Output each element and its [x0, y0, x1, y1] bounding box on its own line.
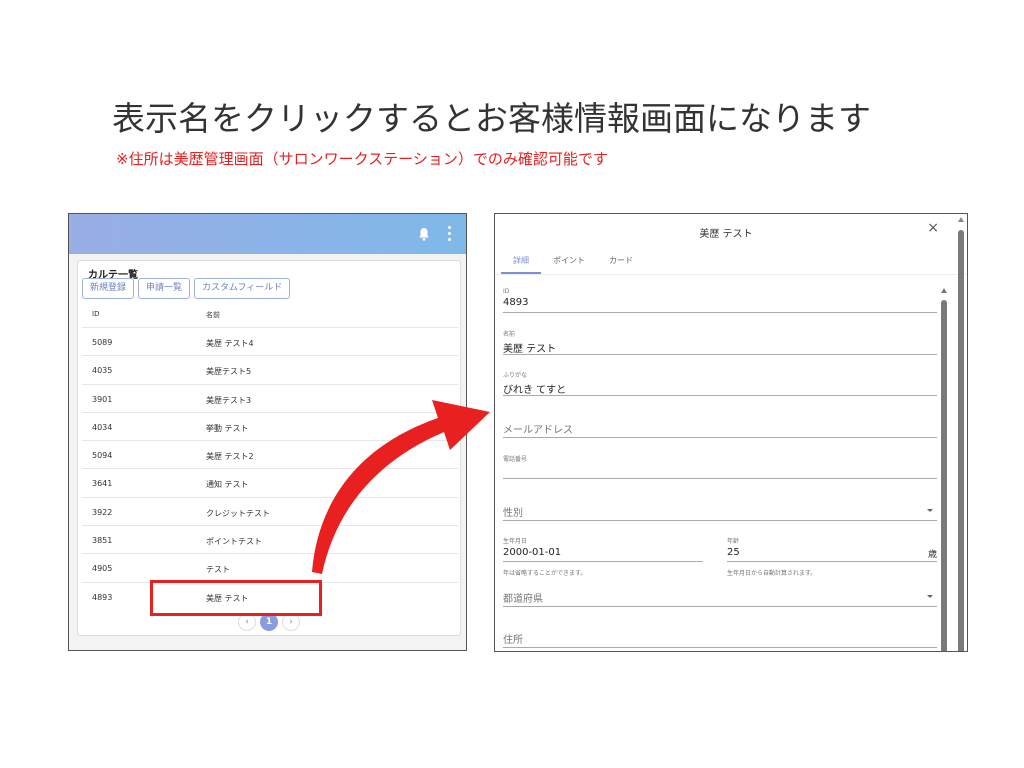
prefecture-placeholder: 都道府県 [503, 594, 543, 605]
id-field[interactable]: ID 4893 [503, 288, 937, 313]
birthdate-label: 生年月日 [503, 538, 528, 545]
table-row[interactable]: 3641 通知 テスト [82, 468, 458, 496]
customer-detail-dialog: 美歴 テスト × 詳細 ポイント カード ID 4893 名前 美歴 テスト ふ… [494, 213, 968, 652]
row-id: 5094 [92, 451, 113, 461]
row-id: 3851 [92, 536, 113, 546]
highlight-box [150, 580, 322, 616]
more-menu-icon[interactable] [446, 226, 452, 242]
row-id: 3922 [92, 507, 113, 517]
name-value: 美歴 テスト [503, 344, 557, 355]
tab-card[interactable]: カード [597, 254, 645, 274]
kana-label: ふりがな [503, 372, 528, 379]
chevron-down-icon [927, 595, 933, 598]
name-field[interactable]: 名前 美歴 テスト [503, 329, 937, 355]
row-name-link[interactable]: 美歴テスト5 [206, 366, 251, 377]
close-icon[interactable]: × [927, 220, 939, 236]
row-name-link[interactable]: 挙動 テスト [206, 423, 249, 434]
scrollbar-thumb[interactable] [941, 300, 947, 651]
row-id: 3901 [92, 394, 113, 404]
row-name-link[interactable]: 美歴 テスト2 [206, 451, 254, 462]
age-hint: 生年月日から自動計算されます。 [727, 570, 817, 577]
address-field[interactable]: 住所 [503, 631, 937, 648]
tab-points[interactable]: ポイント [541, 254, 597, 274]
bell-icon[interactable] [418, 227, 430, 241]
email-placeholder: メールアドレス [503, 425, 573, 436]
age-label: 年齢 [727, 538, 740, 545]
scroll-up-icon[interactable] [958, 217, 964, 222]
tab-details[interactable]: 詳細 [501, 254, 541, 274]
action-buttons: 新規登録 申請一覧 カスタムフィールド [82, 278, 291, 299]
row-id: 4035 [92, 366, 113, 376]
row-id: 5089 [92, 338, 113, 347]
gender-placeholder: 性別 [503, 508, 523, 519]
column-header-id[interactable]: ID [92, 310, 99, 318]
inner-scrollbar[interactable] [940, 288, 948, 651]
prefecture-select[interactable]: 都道府県 [503, 590, 937, 607]
new-registration-button[interactable]: 新規登録 [82, 278, 135, 299]
kana-value: びれき てすと [503, 385, 567, 396]
headline: 表示名をクリックするとお客様情報画面になります [112, 99, 871, 138]
application-list-button[interactable]: 申請一覧 [138, 278, 191, 299]
table-row[interactable]: 4035 美歴テスト5 [82, 355, 458, 383]
table-row[interactable]: 4034 挙動 テスト [82, 411, 458, 440]
dialog-title: 美歴 テスト [699, 229, 753, 240]
scroll-up-icon[interactable] [941, 288, 947, 293]
row-name-link[interactable]: 美歴テスト3 [206, 395, 251, 406]
row-name-link[interactable]: 美歴 テスト4 [206, 338, 254, 349]
row-id: 4893 [92, 592, 113, 602]
row-id: 4034 [92, 422, 113, 432]
id-label: ID [503, 288, 510, 295]
table-row[interactable]: 3851 ポイントテスト [82, 525, 458, 553]
custom-field-button[interactable]: カスタムフィールド [194, 278, 291, 299]
outer-scrollbar[interactable] [957, 214, 965, 651]
detail-tabs: 詳細 ポイント カード [501, 254, 645, 274]
kana-field[interactable]: ふりがな びれき てすと [503, 370, 937, 396]
row-name-link[interactable]: クレジットテスト [206, 508, 270, 519]
chevron-down-icon [927, 509, 933, 512]
column-header-name[interactable]: 名前 [206, 310, 220, 320]
address-note: ※住所は美歴管理画面（サロンワークステーション）でのみ確認可能です [116, 150, 608, 168]
scrollbar-thumb[interactable] [958, 230, 964, 651]
name-label: 名前 [503, 331, 516, 338]
address-placeholder: 住所 [503, 635, 523, 646]
row-name-link[interactable]: 通知 テスト [206, 479, 249, 490]
email-field[interactable]: メールアドレス [503, 421, 937, 438]
birthdate-field[interactable]: 生年月日 2000-01-01 [503, 536, 703, 562]
table-row[interactable]: 3922 クレジットテスト [82, 496, 458, 525]
gender-select[interactable]: 性別 [503, 504, 937, 521]
karte-table: 5089 美歴 テスト4 4035 美歴テスト5 3901 美歴テスト3 4034 挙動… [82, 327, 458, 610]
row-id: 3641 [92, 479, 113, 489]
phone-field[interactable]: 電話番号 [503, 454, 937, 479]
row-name-link[interactable]: テスト [206, 564, 230, 575]
tabs-divider [495, 274, 967, 275]
table-row[interactable]: 3901 美歴テスト3 [82, 383, 458, 412]
table-row[interactable]: 4905 テスト [82, 553, 458, 581]
birthdate-hint: 年は省略することができます。 [503, 570, 587, 577]
id-value: 4893 [503, 297, 529, 308]
table-row[interactable]: 5094 美歴 テスト2 [82, 440, 458, 468]
age-value: 25 [727, 547, 740, 558]
row-name-link[interactable]: ポイントテスト [206, 536, 262, 547]
age-unit: 歳 [927, 550, 937, 560]
phone-label: 電話番号 [503, 456, 528, 463]
table-row[interactable]: 5089 美歴 テスト4 [82, 327, 458, 355]
birthdate-value: 2000-01-01 [503, 547, 562, 558]
age-field[interactable]: 年齢 25 歳 [727, 536, 937, 562]
app-header [69, 214, 466, 254]
row-id: 4905 [92, 564, 113, 574]
